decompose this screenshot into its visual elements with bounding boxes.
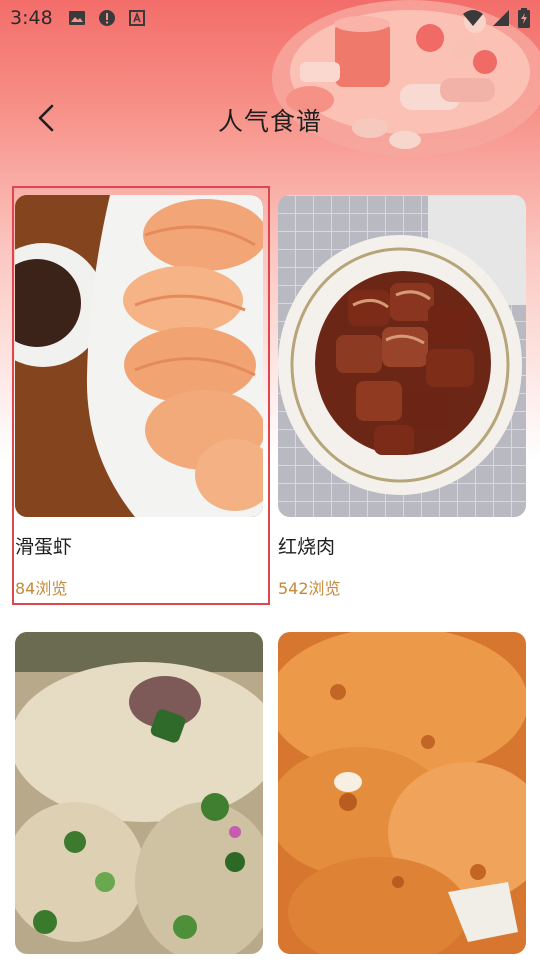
page-title: 人气食谱 (217, 107, 322, 136)
recipe-name: 红烧肉 (278, 536, 336, 558)
recipe-photo-fried-dish (278, 632, 526, 954)
battery-charging-icon (518, 8, 530, 32)
recipe-views: 542浏览 (278, 579, 341, 598)
status-left-icons (68, 9, 146, 31)
recipe-photo-chicken (15, 632, 263, 954)
image-icon (68, 9, 86, 31)
recipe-card[interactable] (278, 632, 526, 954)
wifi-icon (462, 9, 484, 31)
status-right-icons (462, 8, 530, 32)
recipe-photo-shrimp (15, 195, 263, 517)
recipe-card[interactable]: 滑蛋虾 84浏览 (15, 195, 263, 599)
signal-icon (492, 9, 510, 31)
recipe-views: 84浏览 (15, 579, 68, 598)
status-time: 3:48 (10, 7, 53, 29)
recipe-name: 滑蛋虾 (15, 536, 73, 558)
recipe-card[interactable] (15, 632, 263, 954)
alert-icon (98, 9, 116, 31)
screen: 3:48 人气食谱 滑蛋虾 84浏览 红烧肉 542浏览 (0, 0, 540, 960)
recipe-card[interactable]: 红烧肉 542浏览 (278, 195, 526, 599)
status-bar: 3:48 (0, 0, 540, 36)
a-box-icon (128, 9, 146, 31)
recipe-photo-braised-pork (278, 195, 526, 517)
